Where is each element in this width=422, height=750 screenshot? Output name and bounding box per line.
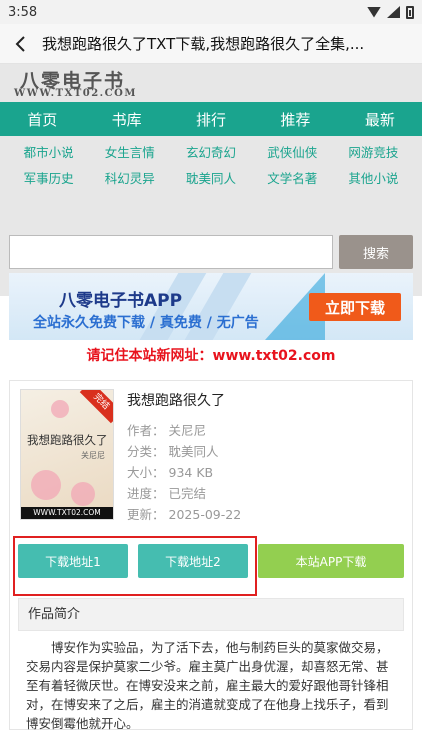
book-category: 分类： 耽美同人 xyxy=(127,441,404,462)
progress-value: 已完结 xyxy=(168,486,207,501)
category-link[interactable]: 耽美同人 xyxy=(170,166,251,192)
book-progress: 进度： 已完结 xyxy=(127,483,404,504)
nav-library[interactable]: 书库 xyxy=(84,102,168,136)
size-label: 大小： xyxy=(127,465,165,480)
nav-ranking[interactable]: 排行 xyxy=(169,102,253,136)
category-link[interactable]: 武侠仙侠 xyxy=(252,140,333,166)
category-value: 耽美同人 xyxy=(168,444,219,459)
app-download-button[interactable]: 本站APP下载 xyxy=(258,544,404,578)
size-value: 934 KB xyxy=(168,465,214,480)
banner-subtitle: 全站永久免费下载 / 真免费 / 无广告 xyxy=(33,315,259,331)
book-author: 作者： 关尼尼 xyxy=(127,420,404,441)
main-nav: 首页 书库 排行 推荐 最新 xyxy=(0,102,422,136)
category-link[interactable]: 女生言情 xyxy=(89,140,170,166)
category-row: 军事历史 科幻灵异 耽美同人 文学名著 其他小说 xyxy=(8,166,414,192)
back-arrow-icon[interactable] xyxy=(10,34,30,54)
category-link[interactable]: 玄幻奇幻 xyxy=(170,140,251,166)
category-links: 都市小说 女生言情 玄幻奇幻 武侠仙侠 网游竞技 军事历史 科幻灵异 耽美同人 … xyxy=(0,136,422,296)
book-updated: 更新： 2025-09-22 xyxy=(127,504,404,525)
author-label: 作者： xyxy=(127,423,165,438)
page-title: 我想跑路很久了TXT下载,我想跑路很久了全集,... xyxy=(42,35,365,53)
status-time: 3:58 xyxy=(8,4,38,20)
battery-icon xyxy=(406,5,414,19)
banner-title: 八零电子书APP xyxy=(59,291,183,311)
cover-decoration xyxy=(51,400,69,418)
category-link[interactable]: 文学名著 xyxy=(252,166,333,192)
updated-label: 更新： xyxy=(127,507,165,522)
wifi-icon xyxy=(367,6,381,18)
cover-site: WWW.TXT02.COM xyxy=(21,507,113,519)
nav-home[interactable]: 首页 xyxy=(0,102,84,136)
intro-text: 博安作为实验品，为了活下去，他与制药巨头的莫家做交易，交易内容是保护莫家二少爷。… xyxy=(26,640,389,731)
status-icons xyxy=(367,5,414,19)
author-value: 关尼尼 xyxy=(168,423,207,438)
book-cover[interactable]: 我想跑路很久了 关尼尼 完结 WWW.TXT02.COM xyxy=(20,389,114,520)
site-address-notice: 请记住本站新网址：www.txt02.com xyxy=(86,348,336,364)
search-button[interactable]: 搜索 xyxy=(339,235,413,269)
banner-download-button[interactable]: 立即下载 xyxy=(309,293,401,321)
highlight-box xyxy=(13,536,257,596)
cover-title: 我想跑路很久了 xyxy=(27,433,108,447)
book-info: 我想跑路很久了 作者： 关尼尼 分类： 耽美同人 大小： 934 KB 进度： 已完结 … xyxy=(127,390,404,525)
category-link[interactable]: 网游竞技 xyxy=(333,140,414,166)
nav-recommend[interactable]: 推荐 xyxy=(253,102,337,136)
updated-value: 2025-09-22 xyxy=(168,507,242,522)
site-logo[interactable]: 八零电子书 WWW.TXT02.COM xyxy=(0,64,422,102)
progress-label: 进度： xyxy=(127,486,165,501)
completed-badge: 完结 xyxy=(79,390,113,424)
search-input[interactable] xyxy=(9,235,333,269)
category-link[interactable]: 科幻灵异 xyxy=(89,166,170,192)
category-label: 分类： xyxy=(127,444,165,459)
book-size: 大小： 934 KB xyxy=(127,462,404,483)
book-title: 我想跑路很久了 xyxy=(127,393,225,409)
cover-author: 关尼尼 xyxy=(81,451,105,460)
logo-domain: WWW.TXT02.COM xyxy=(14,88,137,99)
category-row: 都市小说 女生言情 玄幻奇幻 武侠仙侠 网游竞技 xyxy=(8,140,414,166)
category-link[interactable]: 军事历史 xyxy=(8,166,89,192)
app-banner[interactable]: 八零电子书APP 全站永久免费下载 / 真免费 / 无广告 立即下载 xyxy=(9,273,413,340)
cover-decoration xyxy=(71,482,95,506)
category-link[interactable]: 其他小说 xyxy=(333,166,414,192)
title-bar: 我想跑路很久了TXT下载,我想跑路很久了全集,... xyxy=(0,24,422,64)
search-bar: 搜索 xyxy=(9,235,413,269)
nav-latest[interactable]: 最新 xyxy=(338,102,422,136)
cover-decoration xyxy=(31,470,61,500)
category-link[interactable]: 都市小说 xyxy=(8,140,89,166)
status-bar: 3:58 xyxy=(0,0,422,24)
signal-icon xyxy=(387,6,400,18)
intro-heading: 作品简介 xyxy=(18,598,404,631)
